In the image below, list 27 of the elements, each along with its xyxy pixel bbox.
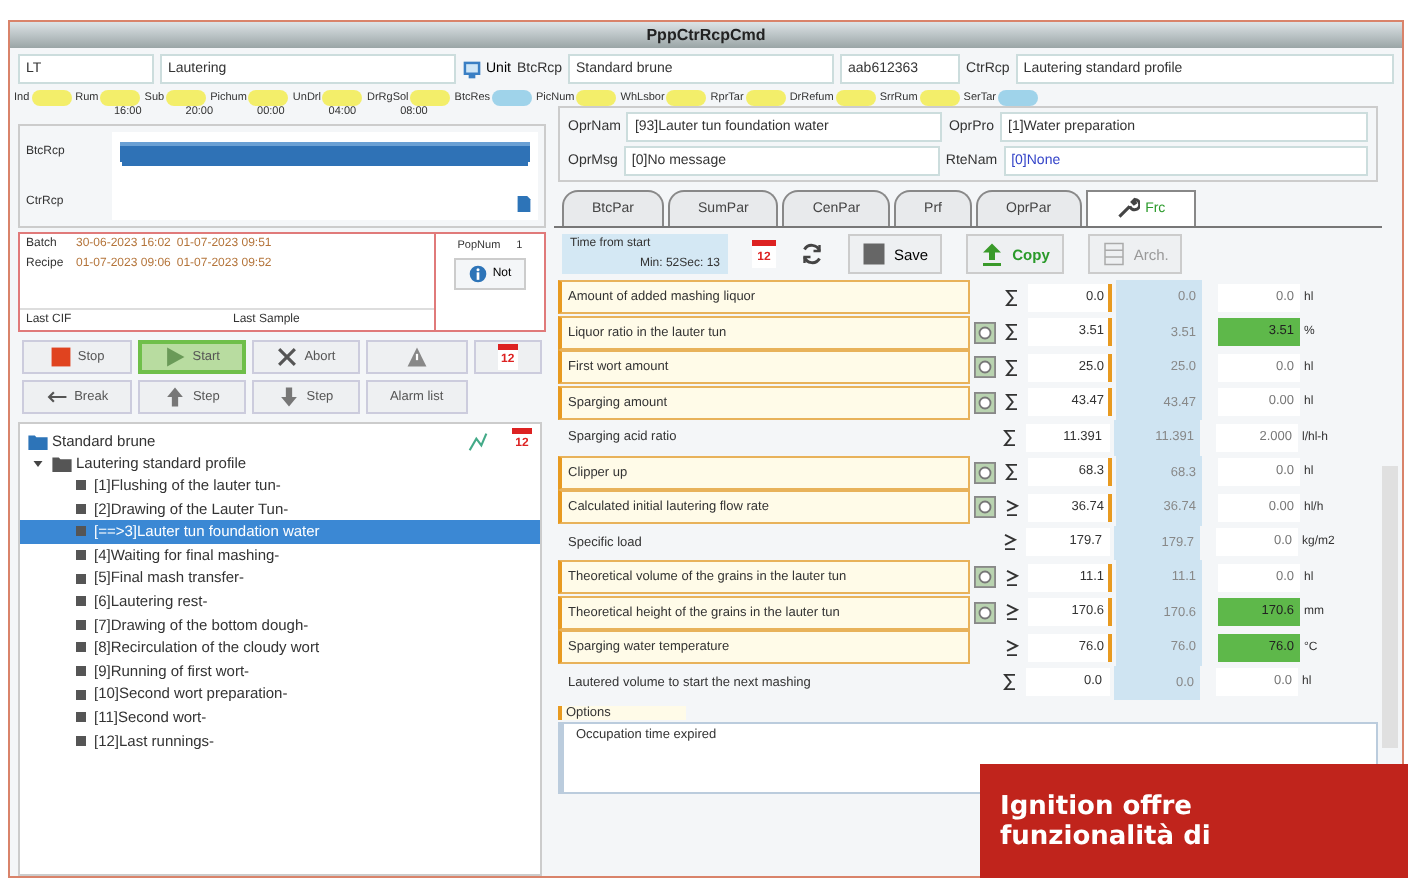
warning-icon <box>405 346 428 368</box>
cabinet-icon <box>1101 242 1126 266</box>
info-icon <box>468 264 489 284</box>
formula-icon[interactable] <box>974 461 996 484</box>
upload-icon <box>980 242 1005 266</box>
window-title: PppCtrRcpCmd <box>646 26 766 44</box>
close-icon <box>276 346 299 368</box>
formula-icon[interactable] <box>974 601 996 624</box>
monitor-icon <box>462 59 482 79</box>
formula-icon[interactable] <box>974 391 996 414</box>
document-icon <box>516 194 532 214</box>
refresh-icon[interactable] <box>800 242 824 266</box>
caption-text: Ignition offre funzionalità di <box>1000 792 1211 852</box>
play-icon <box>164 346 187 368</box>
down-arrow-icon <box>278 386 301 408</box>
expand-arrow-icon[interactable] <box>32 458 44 470</box>
scrollbar[interactable] <box>1382 466 1398 748</box>
formula-icon[interactable] <box>974 566 996 589</box>
formula-icon[interactable] <box>974 356 996 379</box>
stop-icon <box>49 346 72 368</box>
formula-icon[interactable] <box>974 321 996 344</box>
wrench-icon <box>1115 196 1140 220</box>
formula-icon[interactable] <box>974 496 996 519</box>
up-arrow-icon <box>164 386 187 408</box>
arrow-icon <box>46 386 69 408</box>
command-button[interactable] <box>365 340 468 374</box>
chart-icon[interactable] <box>468 431 488 451</box>
